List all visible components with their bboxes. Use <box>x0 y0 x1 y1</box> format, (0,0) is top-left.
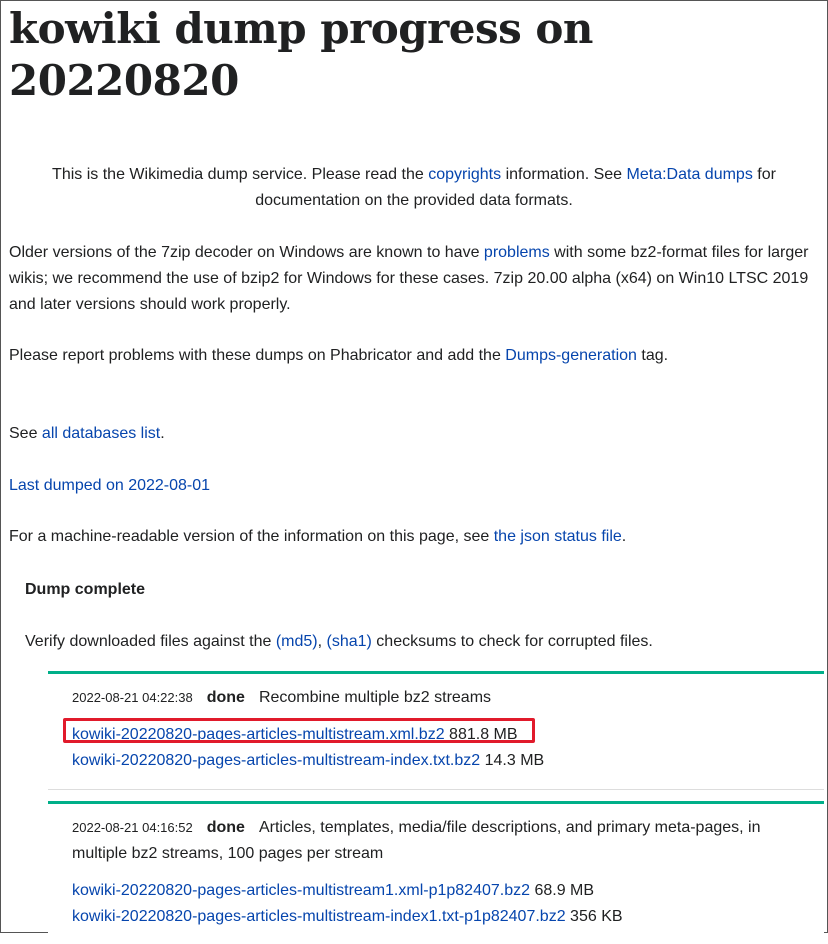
verify-checksums-paragraph: Verify downloaded files against the (md5… <box>25 633 653 650</box>
dump-status-heading: Dump complete <box>25 581 146 598</box>
file-link[interactable]: kowiki-20220820-pages-articles-multistre… <box>72 726 445 743</box>
file-size: 356 KB <box>570 908 623 925</box>
meta-data-dumps-link[interactable]: Meta:Data dumps <box>627 166 753 183</box>
file-size: 68.9 MB <box>534 882 595 899</box>
problems-link[interactable]: problems <box>484 244 550 261</box>
job-status-line: 2022-08-21 04:16:52 done Articles, templat… <box>72 815 814 867</box>
job-timestamp: 2022-08-21 04:22:38 <box>72 690 193 705</box>
job-status-line: 2022-08-21 04:22:38 done Recombine multipl… <box>72 685 814 711</box>
job-item: 2022-08-21 04:22:38 done Recombine multipl… <box>48 671 824 789</box>
job-timestamp: 2022-08-21 04:16:52 <box>72 820 193 835</box>
copyrights-link[interactable]: copyrights <box>428 166 501 183</box>
dump-status-page: kowiki dump progress on 20220820 This is… <box>1 1 827 944</box>
job-description: Recombine multiple bz2 streams <box>258 689 492 706</box>
intro-paragraph: This is the Wikimedia dump service. Plea… <box>52 166 776 209</box>
sha1-link[interactable]: (sha1) <box>327 633 372 650</box>
file-row: kowiki-20220820-pages-articles-multistre… <box>72 748 814 774</box>
see-all-databases-paragraph: See all databases list. <box>9 425 165 442</box>
all-databases-link[interactable]: all databases list <box>42 425 160 442</box>
file-size: 14.3 MB <box>484 752 545 769</box>
job-item: 2022-08-21 04:16:52 done Articles, templat… <box>48 801 824 944</box>
last-dumped-link[interactable]: Last dumped on 2022-08-01 <box>9 477 210 494</box>
dumps-generation-link[interactable]: Dumps-generation <box>505 347 637 364</box>
file-link[interactable]: kowiki-20220820-pages-articles-multistre… <box>72 882 530 899</box>
json-status-link[interactable]: the json status file <box>494 528 622 545</box>
file-row: kowiki-20220820-pages-articles-multistre… <box>72 722 814 748</box>
file-list: kowiki-20220820-pages-articles-multistre… <box>72 878 814 930</box>
file-link[interactable]: kowiki-20220820-pages-articles-multistre… <box>72 908 566 925</box>
file-row: kowiki-20220820-pages-articles-multistre… <box>72 904 814 930</box>
job-status: done <box>206 819 245 836</box>
last-dumped-paragraph: Last dumped on 2022-08-01 <box>9 473 819 499</box>
md5-link[interactable]: (md5) <box>276 633 318 650</box>
report-problems-paragraph: Please report problems with these dumps … <box>9 347 669 364</box>
file-list: kowiki-20220820-pages-articles-multistre… <box>72 722 814 774</box>
page-title: kowiki dump progress on 20220820 <box>9 4 593 105</box>
file-link[interactable]: kowiki-20220820-pages-articles-multistre… <box>72 752 480 769</box>
file-row: kowiki-20220820-pages-articles-multistre… <box>72 878 814 904</box>
machine-readable-paragraph: For a machine-readable version of the in… <box>9 528 627 545</box>
file-size: 881.8 MB <box>449 726 518 743</box>
windows-7zip-notice: Older versions of the 7zip decoder on Wi… <box>9 244 809 313</box>
job-status: done <box>206 689 245 706</box>
